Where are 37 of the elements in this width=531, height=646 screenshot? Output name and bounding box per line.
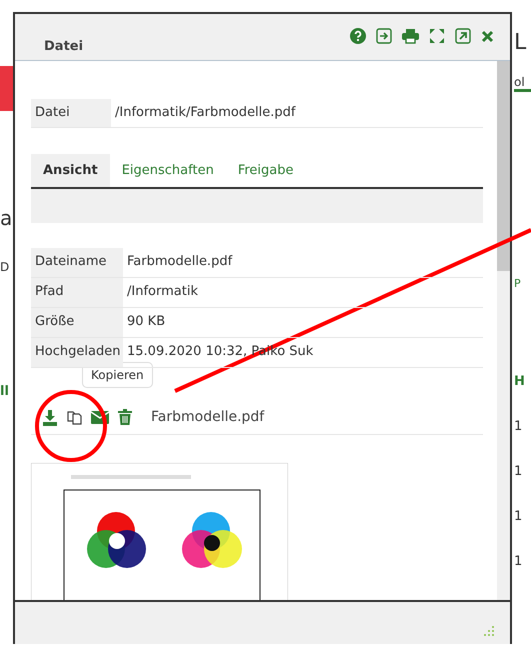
background-text: H: [514, 374, 526, 389]
scrollbar[interactable]: [497, 61, 510, 600]
external-link-icon[interactable]: [455, 28, 471, 44]
resize-grip-icon[interactable]: [482, 626, 494, 638]
file-name: Farbmodelle.pdf: [151, 409, 264, 425]
tab[interactable]: Ansicht: [31, 154, 110, 187]
dialog-title: Datei: [44, 39, 84, 54]
trash-icon[interactable]: [118, 409, 132, 425]
field-label: Datei: [31, 99, 111, 127]
property-label: Hochgeladen: [31, 338, 123, 367]
property-label: Dateiname: [31, 248, 123, 277]
close-icon[interactable]: [481, 30, 494, 42]
background-text: 1: [514, 554, 524, 569]
print-icon[interactable]: [402, 28, 419, 44]
field-value: /Informatik/Farbmodelle.pdf: [114, 104, 297, 122]
background-text: 1: [514, 464, 524, 479]
tab[interactable]: Eigenschaften: [110, 154, 226, 187]
fullscreen-icon[interactable]: [429, 28, 445, 44]
property-value: Farbmodelle.pdf: [126, 253, 234, 271]
background-text: D: [0, 260, 10, 274]
background-text: L: [514, 30, 528, 55]
background-text: ll: [0, 384, 10, 399]
tab[interactable]: Freigabe: [226, 154, 306, 187]
download-icon[interactable]: [42, 408, 58, 426]
copy-icon[interactable]: [67, 409, 82, 425]
background-text: 1: [514, 419, 524, 434]
background-text: ol: [514, 75, 531, 92]
background-text: a: [0, 206, 13, 230]
background-text: P: [514, 277, 522, 290]
accent-bar: [0, 66, 13, 111]
property-value: /Informatik: [126, 283, 199, 301]
property-value: 90 KB: [126, 313, 166, 331]
background-text: 1: [514, 509, 524, 524]
property-label: Größe: [31, 308, 123, 337]
exit-icon[interactable]: [376, 28, 392, 44]
help-icon[interactable]: [350, 28, 366, 44]
property-label: Pfad: [31, 278, 123, 307]
